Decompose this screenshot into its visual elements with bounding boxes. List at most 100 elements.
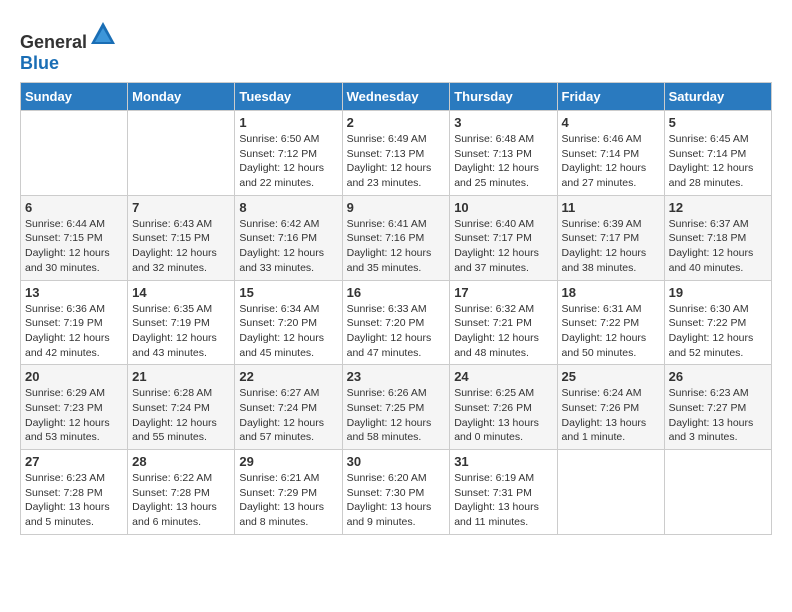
calendar-cell: 8 Sunrise: 6:42 AM Sunset: 7:16 PM Daylig… <box>235 195 342 280</box>
day-number: 13 <box>25 285 123 300</box>
day-number: 5 <box>669 115 767 130</box>
logo-text: General Blue <box>20 20 117 74</box>
day-number: 10 <box>454 200 552 215</box>
calendar-cell: 30 Sunrise: 6:20 AM Sunset: 7:30 PM Dayli… <box>342 450 450 535</box>
day-number: 28 <box>132 454 230 469</box>
calendar-week-4: 20 Sunrise: 6:29 AM Sunset: 7:23 PM Dayli… <box>21 365 772 450</box>
calendar-cell: 20 Sunrise: 6:29 AM Sunset: 7:23 PM Dayli… <box>21 365 128 450</box>
header-thursday: Thursday <box>450 83 557 111</box>
day-number: 21 <box>132 369 230 384</box>
day-info: Sunrise: 6:37 AM Sunset: 7:18 PM Dayligh… <box>669 217 767 276</box>
header-sunday: Sunday <box>21 83 128 111</box>
calendar-cell: 12 Sunrise: 6:37 AM Sunset: 7:18 PM Dayli… <box>664 195 771 280</box>
day-info: Sunrise: 6:41 AM Sunset: 7:16 PM Dayligh… <box>347 217 446 276</box>
day-number: 11 <box>562 200 660 215</box>
calendar-cell: 11Sunrise: 6:39 AM Sunset: 7:17 PM Dayli… <box>557 195 664 280</box>
calendar-cell: 13 Sunrise: 6:36 AM Sunset: 7:19 PM Dayli… <box>21 280 128 365</box>
day-number: 31 <box>454 454 552 469</box>
calendar-cell: 23 Sunrise: 6:26 AM Sunset: 7:25 PM Dayli… <box>342 365 450 450</box>
day-info: Sunrise: 6:20 AM Sunset: 7:30 PM Dayligh… <box>347 471 446 530</box>
day-info: Sunrise: 6:26 AM Sunset: 7:25 PM Dayligh… <box>347 386 446 445</box>
day-info: Sunrise: 6:30 AM Sunset: 7:22 PM Dayligh… <box>669 302 767 361</box>
day-info: Sunrise: 6:22 AM Sunset: 7:28 PM Dayligh… <box>132 471 230 530</box>
day-number: 12 <box>669 200 767 215</box>
day-info: Sunrise: 6:40 AM Sunset: 7:17 PM Dayligh… <box>454 217 552 276</box>
header-tuesday: Tuesday <box>235 83 342 111</box>
day-number: 15 <box>239 285 337 300</box>
calendar-cell: 26Sunrise: 6:23 AM Sunset: 7:27 PM Dayli… <box>664 365 771 450</box>
calendar-cell: 27 Sunrise: 6:23 AM Sunset: 7:28 PM Dayli… <box>21 450 128 535</box>
day-number: 4 <box>562 115 660 130</box>
day-info: Sunrise: 6:31 AM Sunset: 7:22 PM Dayligh… <box>562 302 660 361</box>
day-info: Sunrise: 6:29 AM Sunset: 7:23 PM Dayligh… <box>25 386 123 445</box>
day-number: 6 <box>25 200 123 215</box>
calendar-table: SundayMondayTuesdayWednesdayThursdayFrid… <box>20 82 772 535</box>
day-number: 1 <box>239 115 337 130</box>
day-info: Sunrise: 6:50 AM Sunset: 7:12 PM Dayligh… <box>239 132 337 191</box>
day-number: 27 <box>25 454 123 469</box>
logo: General Blue <box>20 20 117 74</box>
calendar-cell: 9 Sunrise: 6:41 AM Sunset: 7:16 PM Daylig… <box>342 195 450 280</box>
calendar-cell: 17 Sunrise: 6:32 AM Sunset: 7:21 PM Dayli… <box>450 280 557 365</box>
calendar-cell <box>128 111 235 196</box>
day-info: Sunrise: 6:35 AM Sunset: 7:19 PM Dayligh… <box>132 302 230 361</box>
day-info: Sunrise: 6:46 AM Sunset: 7:14 PM Dayligh… <box>562 132 660 191</box>
calendar-week-5: 27 Sunrise: 6:23 AM Sunset: 7:28 PM Dayli… <box>21 450 772 535</box>
day-number: 16 <box>347 285 446 300</box>
calendar-cell: 14 Sunrise: 6:35 AM Sunset: 7:19 PM Dayli… <box>128 280 235 365</box>
day-number: 14 <box>132 285 230 300</box>
header-friday: Friday <box>557 83 664 111</box>
day-number: 20 <box>25 369 123 384</box>
day-number: 3 <box>454 115 552 130</box>
day-info: Sunrise: 6:33 AM Sunset: 7:20 PM Dayligh… <box>347 302 446 361</box>
calendar-cell: 1 Sunrise: 6:50 AM Sunset: 7:12 PM Daylig… <box>235 111 342 196</box>
day-info: Sunrise: 6:49 AM Sunset: 7:13 PM Dayligh… <box>347 132 446 191</box>
day-info: Sunrise: 6:36 AM Sunset: 7:19 PM Dayligh… <box>25 302 123 361</box>
day-number: 17 <box>454 285 552 300</box>
day-info: Sunrise: 6:25 AM Sunset: 7:26 PM Dayligh… <box>454 386 552 445</box>
day-info: Sunrise: 6:34 AM Sunset: 7:20 PM Dayligh… <box>239 302 337 361</box>
day-info: Sunrise: 6:43 AM Sunset: 7:15 PM Dayligh… <box>132 217 230 276</box>
calendar-week-1: 1 Sunrise: 6:50 AM Sunset: 7:12 PM Daylig… <box>21 111 772 196</box>
day-number: 7 <box>132 200 230 215</box>
day-info: Sunrise: 6:24 AM Sunset: 7:26 PM Dayligh… <box>562 386 660 445</box>
day-info: Sunrise: 6:21 AM Sunset: 7:29 PM Dayligh… <box>239 471 337 530</box>
calendar-week-3: 13 Sunrise: 6:36 AM Sunset: 7:19 PM Dayli… <box>21 280 772 365</box>
day-info: Sunrise: 6:23 AM Sunset: 7:28 PM Dayligh… <box>25 471 123 530</box>
logo-blue: Blue <box>20 53 59 73</box>
day-info: Sunrise: 6:27 AM Sunset: 7:24 PM Dayligh… <box>239 386 337 445</box>
calendar-cell: 16 Sunrise: 6:33 AM Sunset: 7:20 PM Dayli… <box>342 280 450 365</box>
calendar-cell <box>557 450 664 535</box>
day-info: Sunrise: 6:44 AM Sunset: 7:15 PM Dayligh… <box>25 217 123 276</box>
day-info: Sunrise: 6:32 AM Sunset: 7:21 PM Dayligh… <box>454 302 552 361</box>
header-monday: Monday <box>128 83 235 111</box>
page-header: General Blue <box>20 20 772 74</box>
day-number: 29 <box>239 454 337 469</box>
day-info: Sunrise: 6:28 AM Sunset: 7:24 PM Dayligh… <box>132 386 230 445</box>
calendar-cell: 5 Sunrise: 6:45 AM Sunset: 7:14 PM Daylig… <box>664 111 771 196</box>
calendar-cell: 7 Sunrise: 6:43 AM Sunset: 7:15 PM Daylig… <box>128 195 235 280</box>
day-info: Sunrise: 6:45 AM Sunset: 7:14 PM Dayligh… <box>669 132 767 191</box>
day-number: 24 <box>454 369 552 384</box>
logo-general: General <box>20 32 87 52</box>
calendar-cell: 18 Sunrise: 6:31 AM Sunset: 7:22 PM Dayli… <box>557 280 664 365</box>
day-number: 9 <box>347 200 446 215</box>
calendar-cell: 22Sunrise: 6:27 AM Sunset: 7:24 PM Dayli… <box>235 365 342 450</box>
calendar-header-row: SundayMondayTuesdayWednesdayThursdayFrid… <box>21 83 772 111</box>
day-number: 8 <box>239 200 337 215</box>
day-info: Sunrise: 6:19 AM Sunset: 7:31 PM Dayligh… <box>454 471 552 530</box>
day-number: 18 <box>562 285 660 300</box>
calendar-cell: 31 Sunrise: 6:19 AM Sunset: 7:31 PM Dayli… <box>450 450 557 535</box>
calendar-cell: 15 Sunrise: 6:34 AM Sunset: 7:20 PM Dayli… <box>235 280 342 365</box>
calendar-cell: 4 Sunrise: 6:46 AM Sunset: 7:14 PM Daylig… <box>557 111 664 196</box>
day-number: 26 <box>669 369 767 384</box>
day-number: 23 <box>347 369 446 384</box>
header-saturday: Saturday <box>664 83 771 111</box>
calendar-cell: 6 Sunrise: 6:44 AM Sunset: 7:15 PM Daylig… <box>21 195 128 280</box>
day-number: 30 <box>347 454 446 469</box>
calendar-cell: 29 Sunrise: 6:21 AM Sunset: 7:29 PM Dayli… <box>235 450 342 535</box>
calendar-cell: 3 Sunrise: 6:48 AM Sunset: 7:13 PM Daylig… <box>450 111 557 196</box>
day-info: Sunrise: 6:48 AM Sunset: 7:13 PM Dayligh… <box>454 132 552 191</box>
day-info: Sunrise: 6:42 AM Sunset: 7:16 PM Dayligh… <box>239 217 337 276</box>
calendar-cell <box>664 450 771 535</box>
